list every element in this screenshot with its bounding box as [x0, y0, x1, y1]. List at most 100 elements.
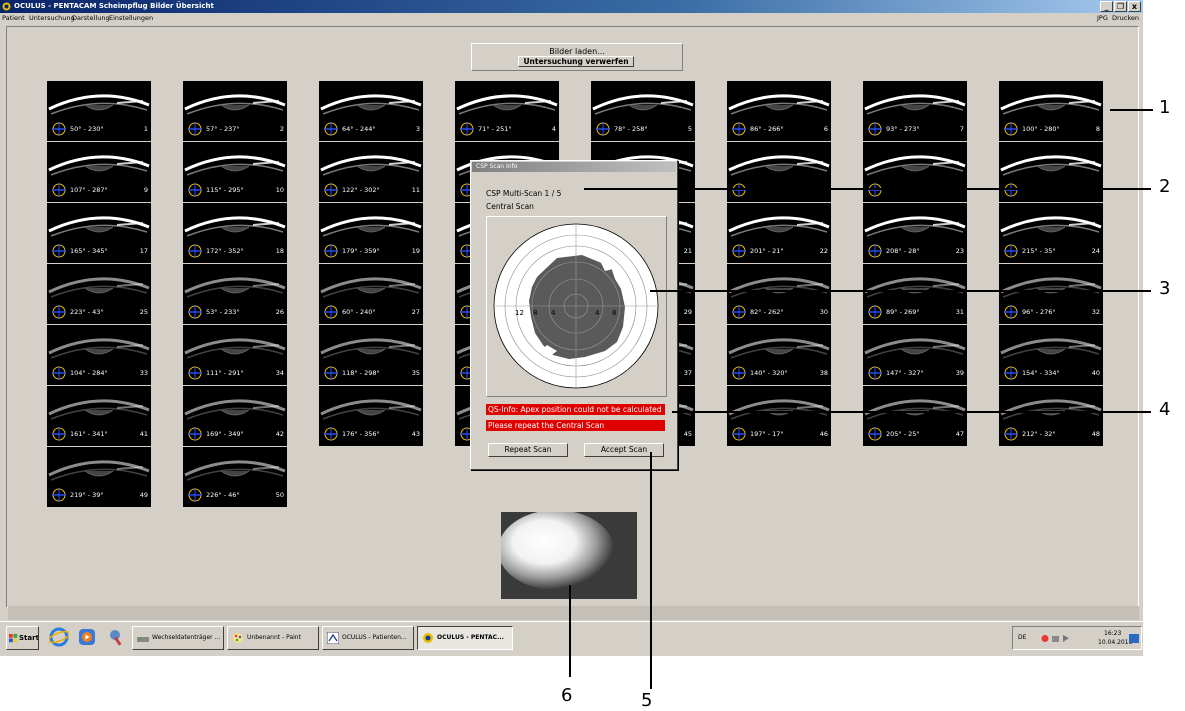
- menu-jpg[interactable]: JPG: [1097, 13, 1108, 24]
- task-label-oculus-pentacam: OCULUS - PENTAC...: [437, 634, 504, 641]
- menu-untersuchung[interactable]: Untersuchung: [29, 13, 75, 24]
- scheimpflug-thumbnail[interactable]: 201° - 21° 22: [727, 203, 831, 263]
- scheimpflug-thumbnail[interactable]: 53° - 233° 26: [183, 264, 287, 324]
- menu-darstellung[interactable]: Darstellung: [72, 13, 110, 24]
- scheimpflug-thumbnail[interactable]: 226° - 46° 50: [183, 447, 287, 507]
- orientation-compass-icon: [188, 244, 202, 258]
- scheimpflug-thumbnail[interactable]: [727, 142, 831, 202]
- scheimpflug-thumbnail[interactable]: 89° - 269° 31: [863, 264, 967, 324]
- thumbnail-angle: 197° - 17°: [750, 430, 784, 438]
- orientation-compass-icon: [732, 305, 746, 319]
- accept-scan-button[interactable]: Accept Scan: [584, 443, 664, 457]
- menu-patient[interactable]: Patient: [2, 13, 25, 24]
- scheimpflug-thumbnail[interactable]: 122° - 302° 11: [319, 142, 423, 202]
- scheimpflug-thumbnail[interactable]: 176° - 356° 43: [319, 386, 423, 446]
- callout-1: 1: [1159, 97, 1171, 118]
- tray-icons[interactable]: [1041, 634, 1071, 643]
- scheimpflug-thumbnail[interactable]: 147° - 327° 39: [863, 325, 967, 385]
- thumbnail-angle: 100° - 280°: [1022, 125, 1060, 133]
- scheimpflug-thumbnail[interactable]: 197° - 17° 46: [727, 386, 831, 446]
- scheimpflug-thumbnail[interactable]: 223° - 43° 25: [47, 264, 151, 324]
- scheimpflug-thumbnail[interactable]: 111° - 291° 34: [183, 325, 287, 385]
- scheimpflug-thumbnail[interactable]: [863, 142, 967, 202]
- minimize-button[interactable]: _: [1100, 1, 1113, 12]
- media-player-icon[interactable]: [77, 627, 97, 647]
- task-oculus-patienten[interactable]: OCULUS - Patienten...: [322, 626, 414, 650]
- thumbnail-angle: 208° - 28°: [886, 247, 920, 255]
- orientation-compass-icon: [188, 183, 202, 197]
- title-bar: OCULUS - PENTACAM Scheimpflug Bilder Übe…: [0, 0, 1143, 13]
- repeat-scan-button[interactable]: Repeat Scan: [488, 443, 568, 457]
- scheimpflug-thumbnail[interactable]: 86° - 266° 6: [727, 81, 831, 141]
- scheimpflug-thumbnail[interactable]: 50° - 230° 1: [47, 81, 151, 141]
- scheimpflug-thumbnail[interactable]: 172° - 352° 18: [183, 203, 287, 263]
- start-button[interactable]: Start: [6, 626, 39, 650]
- thumbnail-angle: 93° - 273°: [886, 125, 920, 133]
- orientation-compass-icon: [52, 305, 66, 319]
- paint-icon: [233, 632, 243, 643]
- task-oculus-pentacam[interactable]: OCULUS - PENTAC...: [417, 626, 513, 650]
- scheimpflug-thumbnail[interactable]: 212° - 32° 48: [999, 386, 1103, 446]
- callout-line-1: [1110, 109, 1153, 111]
- horizontal-scrollbar[interactable]: [8, 606, 1139, 620]
- scheimpflug-thumbnail[interactable]: 64° - 244° 3: [319, 81, 423, 141]
- scheimpflug-thumbnail[interactable]: 205° - 25° 47: [863, 386, 967, 446]
- thumbnail-number: 22: [819, 247, 828, 255]
- thumbnail-number: 42: [275, 430, 284, 438]
- thumbnail-angle: 104° - 284°: [70, 369, 108, 377]
- scheimpflug-thumbnail[interactable]: 57° - 237° 2: [183, 81, 287, 141]
- scheimpflug-thumbnail[interactable]: 115° - 295° 10: [183, 142, 287, 202]
- discard-exam-button[interactable]: Untersuchung verwerfen: [518, 56, 634, 67]
- callout-2: 2: [1159, 176, 1171, 197]
- restore-button[interactable]: ❐: [1114, 1, 1127, 12]
- scheimpflug-thumbnail[interactable]: 118° - 298° 35: [319, 325, 423, 385]
- scheimpflug-thumbnail[interactable]: 154° - 334° 40: [999, 325, 1103, 385]
- scheimpflug-thumbnail[interactable]: 93° - 273° 7: [863, 81, 967, 141]
- scheimpflug-thumbnail[interactable]: 78° - 258° 5: [591, 81, 695, 141]
- scheimpflug-thumbnail[interactable]: 208° - 28° 23: [863, 203, 967, 263]
- scheimpflug-thumbnail[interactable]: 140° - 320° 38: [727, 325, 831, 385]
- menu-drucken[interactable]: Drucken: [1112, 13, 1139, 24]
- thumbnail-angle: 212° - 32°: [1022, 430, 1056, 438]
- menu-einstellungen[interactable]: Einstellungen: [109, 13, 153, 24]
- scheimpflug-thumbnail[interactable]: 104° - 284° 33: [47, 325, 151, 385]
- thumbnail-number: 41: [139, 430, 148, 438]
- scheimpflug-thumbnail[interactable]: 60° - 240° 27: [319, 264, 423, 324]
- csp-scan-info-dialog: CSP Scan Info CSP Multi-Scan 1 / 5 Centr…: [470, 160, 678, 470]
- close-button[interactable]: x: [1128, 1, 1141, 12]
- scheimpflug-thumbnail[interactable]: 161° - 341° 41: [47, 386, 151, 446]
- scheimpflug-thumbnail[interactable]: [999, 142, 1103, 202]
- scheimpflug-thumbnail[interactable]: 96° - 276° 32: [999, 264, 1103, 324]
- orientation-compass-icon: [324, 244, 338, 258]
- scheimpflug-thumbnail[interactable]: 179° - 359° 19: [319, 203, 423, 263]
- orientation-compass-icon: [52, 427, 66, 441]
- scheimpflug-thumbnail[interactable]: 100° - 280° 8: [999, 81, 1103, 141]
- thumbnail-angle: 226° - 46°: [206, 491, 240, 499]
- callout-5: 5: [641, 690, 653, 711]
- orientation-compass-icon: [868, 122, 882, 136]
- thumbnail-number: 3: [415, 125, 420, 133]
- thumbnail-angle: 64° - 244°: [342, 125, 376, 133]
- window-title: OCULUS - PENTACAM Scheimpflug Bilder Übe…: [14, 2, 214, 10]
- callout-line-6: [569, 585, 571, 677]
- scheimpflug-thumbnail[interactable]: 107° - 287° 9: [47, 142, 151, 202]
- scheimpflug-thumbnail[interactable]: 215° - 35° 24: [999, 203, 1103, 263]
- scheimpflug-thumbnail[interactable]: 71° - 251° 4: [455, 81, 559, 141]
- scheimpflug-thumbnail[interactable]: 219° - 39° 49: [47, 447, 151, 507]
- internet-explorer-icon[interactable]: [49, 627, 69, 647]
- thumbnail-number: 34: [275, 369, 284, 377]
- scheimpflug-thumbnail[interactable]: 169° - 349° 42: [183, 386, 287, 446]
- scheimpflug-thumbnail[interactable]: 82° - 262° 30: [727, 264, 831, 324]
- scheimpflug-thumbnail[interactable]: 165° - 345° 17: [47, 203, 151, 263]
- orientation-compass-icon: [1004, 244, 1018, 258]
- task-wechseldatentraeger[interactable]: Wechseldatenträger ...: [132, 626, 224, 650]
- show-desktop-icon[interactable]: [1129, 634, 1139, 643]
- tools-icon[interactable]: [107, 627, 127, 647]
- pentacam-icon: [423, 632, 433, 643]
- orientation-compass-icon: [732, 366, 746, 380]
- thumbnail-angle: 89° - 269°: [886, 308, 920, 316]
- task-paint[interactable]: Unbenannt - Paint: [227, 626, 319, 650]
- thumbnail-number: 33: [139, 369, 148, 377]
- thumbnail-angle: 122° - 302°: [342, 186, 380, 194]
- language-indicator[interactable]: DE: [1018, 634, 1026, 641]
